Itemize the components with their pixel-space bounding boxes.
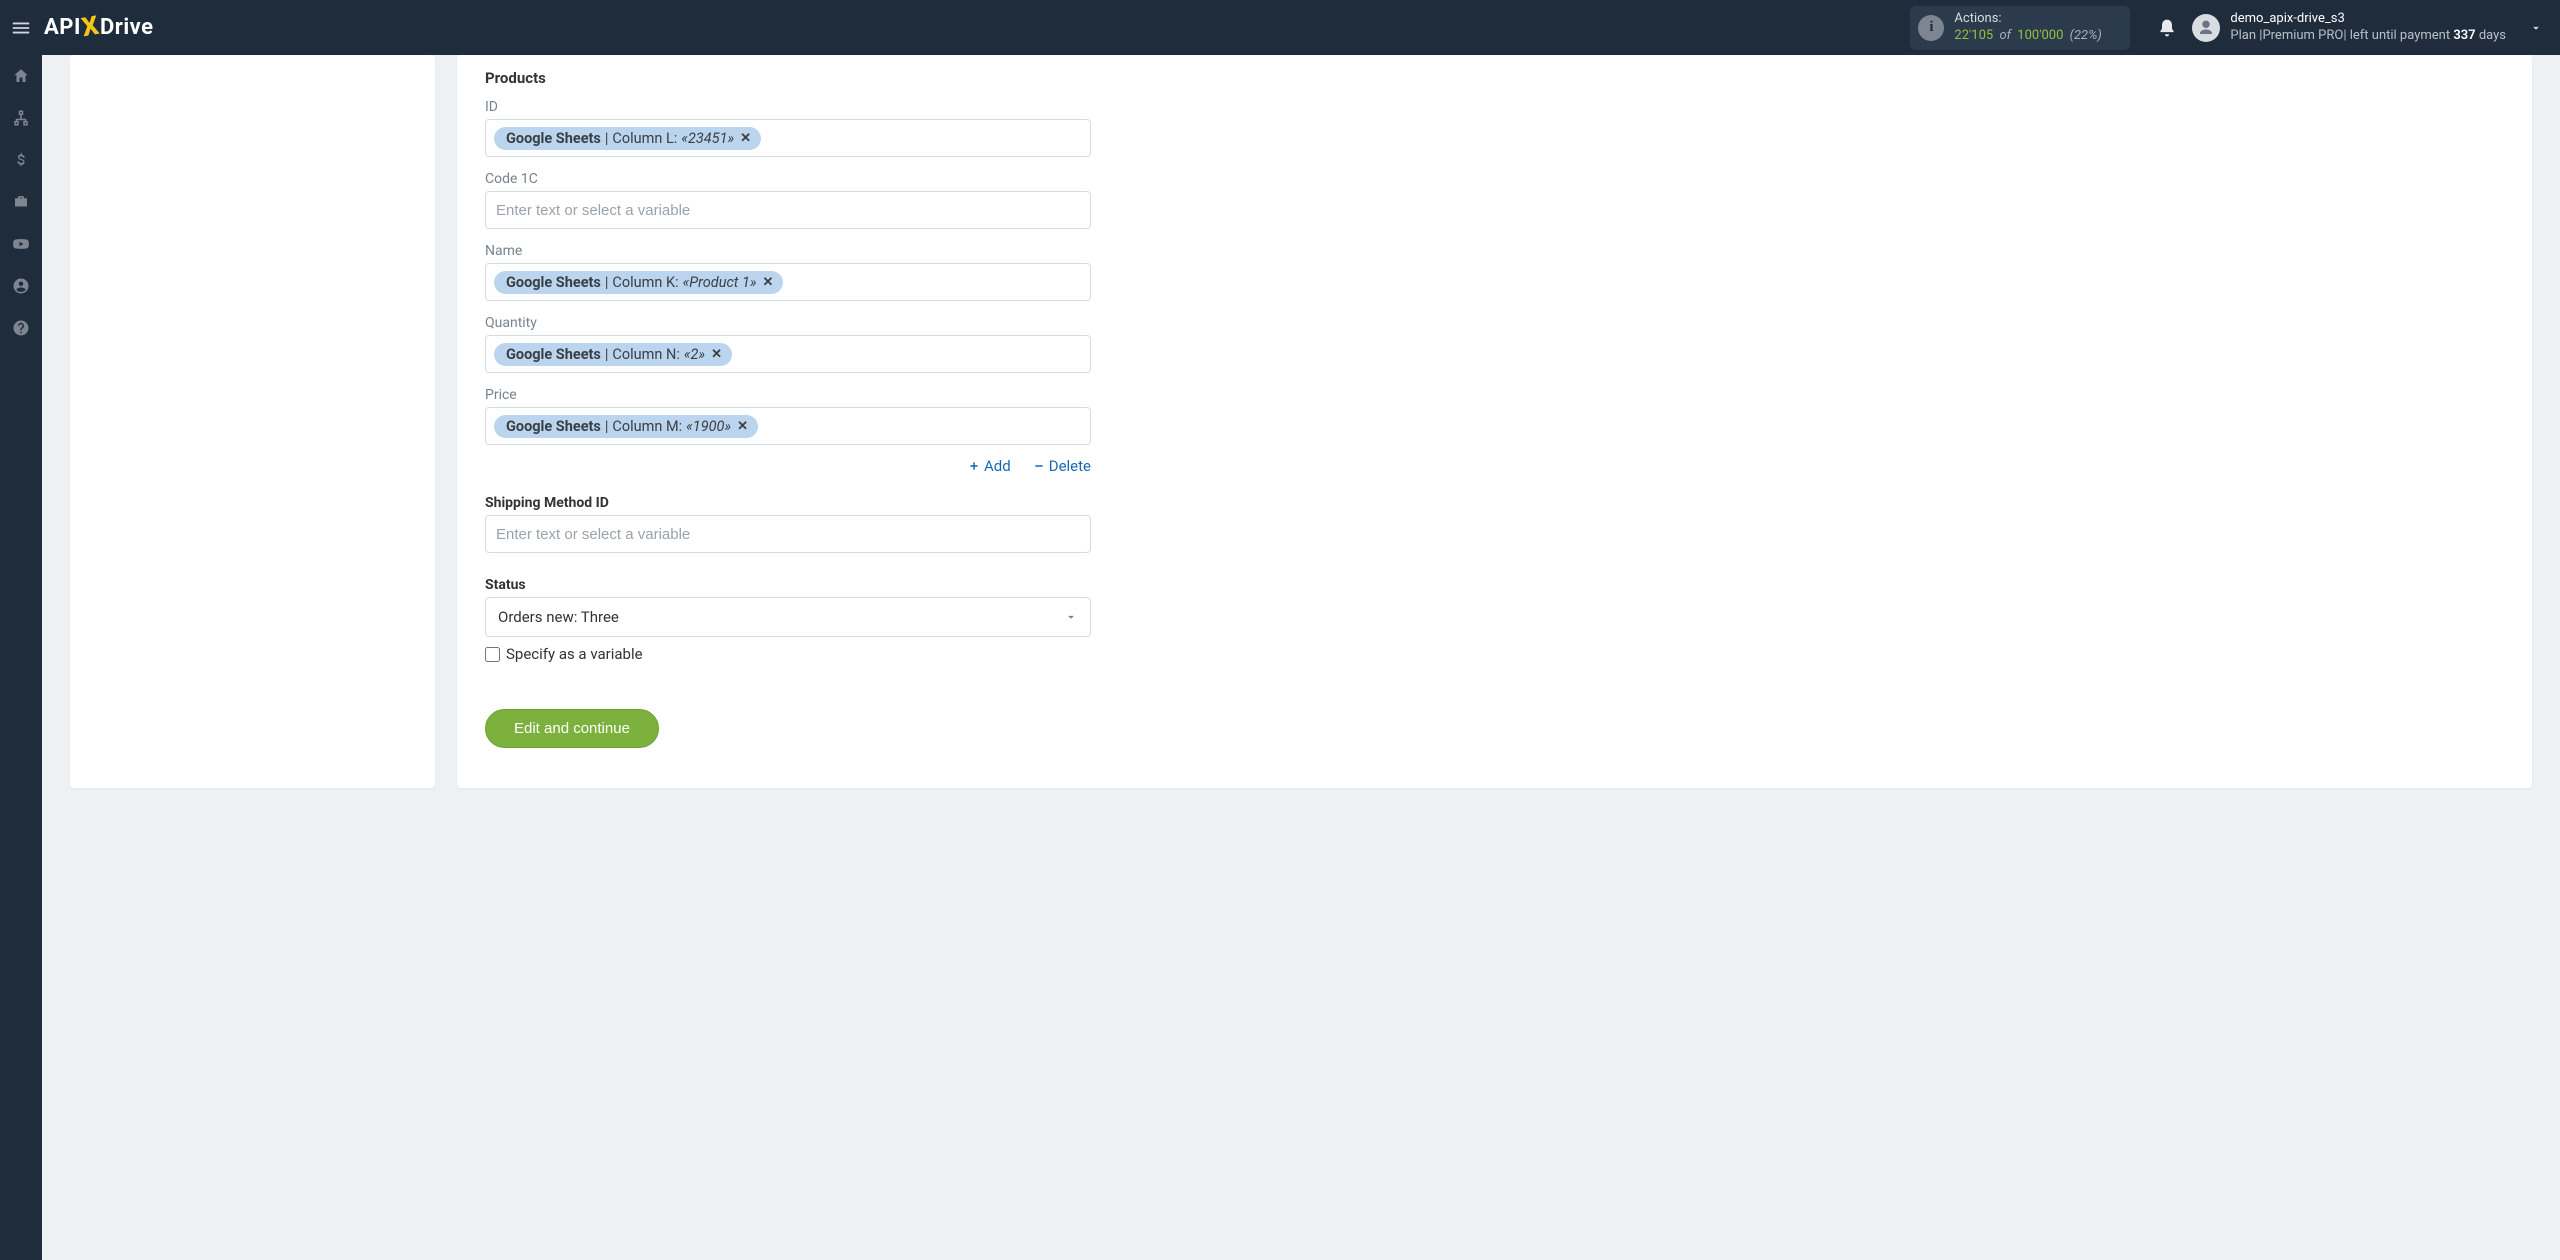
edit-and-continue-button[interactable]: Edit and continue bbox=[485, 709, 659, 748]
field-price-label: Price bbox=[485, 387, 2504, 403]
account-chevron bbox=[2526, 18, 2546, 38]
status-variable-label: Specify as a variable bbox=[506, 645, 643, 663]
sidebar-item-connections[interactable] bbox=[0, 97, 42, 139]
field-code1c-label: Code 1C bbox=[485, 171, 2504, 187]
products-heading: Products bbox=[485, 69, 2504, 87]
remove-chip-icon[interactable]: ✕ bbox=[737, 419, 748, 434]
field-code1c-input[interactable] bbox=[485, 191, 1091, 229]
app-logo[interactable]: APIXDrive bbox=[44, 13, 154, 43]
minus-icon bbox=[1033, 460, 1045, 472]
field-name-label: Name bbox=[485, 243, 2504, 259]
field-name-input[interactable]: Google Sheets | Column K: «Product 1» ✕ bbox=[485, 263, 1091, 301]
delete-product-button[interactable]: Delete bbox=[1033, 457, 1091, 475]
user-name: demo_apix-drive_s3 bbox=[2230, 11, 2506, 27]
field-quantity: Quantity Google Sheets | Column N: «2» ✕ bbox=[485, 315, 2504, 373]
field-code1c-textbox[interactable] bbox=[492, 198, 1084, 223]
field-shipping-textbox[interactable] bbox=[492, 522, 1084, 547]
product-row-actions: Add Delete bbox=[485, 457, 1091, 475]
field-quantity-label: Quantity bbox=[485, 315, 2504, 331]
main-content: Products ID Google Sheets | Column L: «2… bbox=[42, 55, 2560, 1260]
field-quantity-chip[interactable]: Google Sheets | Column N: «2» ✕ bbox=[494, 343, 732, 366]
help-icon bbox=[12, 319, 30, 337]
sidebar-item-help[interactable] bbox=[0, 307, 42, 349]
status-select[interactable]: Orders new: Three bbox=[485, 597, 1091, 637]
dollar-icon bbox=[12, 151, 30, 169]
plus-icon bbox=[968, 460, 980, 472]
avatar bbox=[2192, 14, 2220, 42]
status-selected: Orders new: Three bbox=[498, 608, 619, 626]
sidebar bbox=[0, 55, 42, 1260]
field-id-input[interactable]: Google Sheets | Column L: «23451» ✕ bbox=[485, 119, 1091, 157]
logo-part-x: X bbox=[79, 10, 101, 43]
actions-counter[interactable]: i Actions: 22'105 of 100'000 (22%) bbox=[1910, 6, 2130, 50]
home-icon bbox=[12, 67, 30, 85]
chevron-down-icon bbox=[1064, 610, 1078, 624]
app-header: APIXDrive i Actions: 22'105 of 100'000 (… bbox=[0, 0, 2560, 55]
remove-chip-icon[interactable]: ✕ bbox=[763, 275, 774, 290]
actions-label: Actions: bbox=[1954, 11, 2101, 27]
sitemap-icon bbox=[12, 109, 30, 127]
form-panel: Products ID Google Sheets | Column L: «2… bbox=[457, 55, 2532, 788]
logo-part-drive: Drive bbox=[100, 15, 154, 40]
field-price-input[interactable]: Google Sheets | Column M: «1900» ✕ bbox=[485, 407, 1091, 445]
status-variable-checkbox[interactable] bbox=[485, 647, 500, 662]
field-shipping-input[interactable] bbox=[485, 515, 1091, 553]
user-circle-icon bbox=[12, 277, 30, 295]
field-id-label: ID bbox=[485, 99, 2504, 115]
hamburger-icon bbox=[10, 17, 32, 39]
field-name-chip[interactable]: Google Sheets | Column K: «Product 1» ✕ bbox=[494, 271, 783, 294]
info-icon: i bbox=[1918, 15, 1944, 41]
field-status: Status Orders new: Three Specify as a va… bbox=[485, 577, 2504, 663]
field-status-label: Status bbox=[485, 577, 2504, 593]
field-code1c: Code 1C bbox=[485, 171, 2504, 229]
user-plan-line: Plan |Premium PRO| left until payment 33… bbox=[2230, 28, 2506, 44]
briefcase-icon bbox=[12, 193, 30, 211]
chevron-down-icon bbox=[2529, 21, 2543, 35]
user-icon bbox=[2197, 19, 2215, 37]
sidebar-item-home[interactable] bbox=[0, 55, 42, 97]
notifications-button[interactable] bbox=[2148, 9, 2186, 47]
sidebar-item-billing[interactable] bbox=[0, 139, 42, 181]
menu-toggle[interactable] bbox=[0, 0, 42, 55]
add-product-button[interactable]: Add bbox=[968, 457, 1011, 475]
field-id-chip[interactable]: Google Sheets | Column L: «23451» ✕ bbox=[494, 127, 761, 150]
field-name: Name Google Sheets | Column K: «Product … bbox=[485, 243, 2504, 301]
field-id: ID Google Sheets | Column L: «23451» ✕ bbox=[485, 99, 2504, 157]
remove-chip-icon[interactable]: ✕ bbox=[740, 131, 751, 146]
youtube-icon bbox=[12, 235, 30, 253]
remove-chip-icon[interactable]: ✕ bbox=[711, 347, 722, 362]
field-shipping: Shipping Method ID bbox=[485, 495, 2504, 553]
bell-icon bbox=[2157, 18, 2177, 38]
field-shipping-label: Shipping Method ID bbox=[485, 495, 2504, 511]
sidebar-item-videos[interactable] bbox=[0, 223, 42, 265]
field-price: Price Google Sheets | Column M: «1900» ✕ bbox=[485, 387, 2504, 445]
field-price-chip[interactable]: Google Sheets | Column M: «1900» ✕ bbox=[494, 415, 758, 438]
left-panel bbox=[70, 55, 435, 788]
logo-part-api: API bbox=[44, 15, 81, 40]
sidebar-item-tools[interactable] bbox=[0, 181, 42, 223]
field-quantity-input[interactable]: Google Sheets | Column N: «2» ✕ bbox=[485, 335, 1091, 373]
status-variable-checkbox-row[interactable]: Specify as a variable bbox=[485, 645, 2504, 663]
account-menu[interactable]: demo_apix-drive_s3 Plan |Premium PRO| le… bbox=[2192, 11, 2546, 44]
actions-value: 22'105 of 100'000 (22%) bbox=[1954, 28, 2101, 44]
sidebar-item-profile[interactable] bbox=[0, 265, 42, 307]
